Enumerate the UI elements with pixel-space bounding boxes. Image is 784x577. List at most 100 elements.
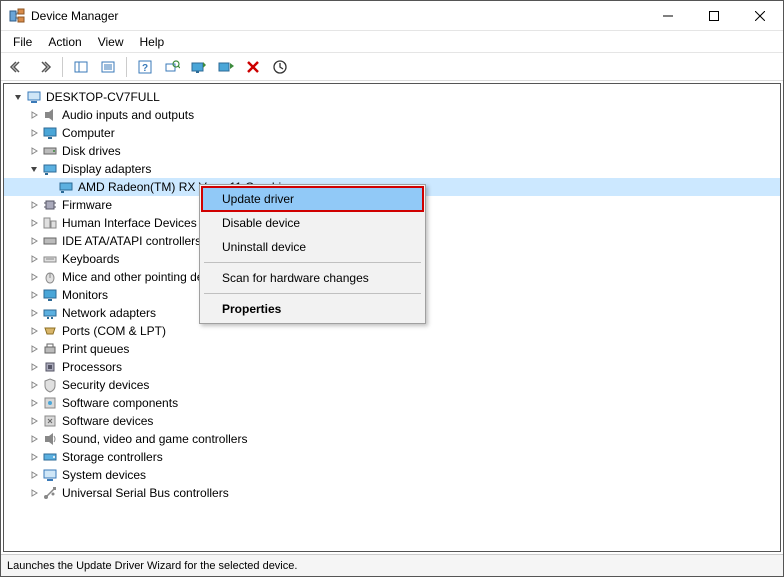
menu-file[interactable]: File	[5, 33, 40, 51]
chevron-right-icon[interactable]	[26, 434, 42, 444]
menu-help[interactable]: Help	[132, 33, 173, 51]
monitor-icon	[42, 287, 58, 303]
disk-icon	[42, 143, 58, 159]
tree-item-audio[interactable]: Audio inputs and outputs	[4, 106, 780, 124]
tree-item-softcomp[interactable]: Software components	[4, 394, 780, 412]
chevron-right-icon[interactable]	[26, 344, 42, 354]
tree-item-system[interactable]: System devices	[4, 466, 780, 484]
close-button[interactable]	[737, 1, 783, 31]
context-update-driver[interactable]: Update driver	[202, 187, 423, 211]
toolbar: ?	[1, 53, 783, 81]
tree-item-storage[interactable]: Storage controllers	[4, 448, 780, 466]
disable-device-button[interactable]	[214, 55, 238, 79]
context-disable-device[interactable]: Disable device	[202, 211, 423, 235]
back-button[interactable]	[5, 55, 29, 79]
port-icon	[42, 323, 58, 339]
context-separator	[204, 293, 421, 294]
hid-icon	[42, 215, 58, 231]
statusbar-text: Launches the Update Driver Wizard for th…	[7, 560, 297, 572]
network-icon	[42, 305, 58, 321]
scan-hardware-button[interactable]	[160, 55, 184, 79]
properties-button[interactable]	[96, 55, 120, 79]
tree-item-disk[interactable]: Disk drives	[4, 142, 780, 160]
chevron-right-icon[interactable]	[26, 416, 42, 426]
context-separator	[204, 262, 421, 263]
chevron-down-icon[interactable]	[26, 164, 42, 174]
context-menu: Update driver Disable device Uninstall d…	[199, 184, 426, 324]
software-icon	[42, 395, 58, 411]
tree-label: Audio inputs and outputs	[62, 106, 194, 124]
chevron-right-icon[interactable]	[26, 398, 42, 408]
menu-view[interactable]: View	[90, 33, 132, 51]
chevron-right-icon[interactable]	[26, 200, 42, 210]
minimize-button[interactable]	[645, 1, 691, 31]
tree-root[interactable]: DESKTOP-CV7FULL	[4, 88, 780, 106]
context-scan-hardware[interactable]: Scan for hardware changes	[202, 266, 423, 290]
toolbar-separator	[126, 57, 127, 77]
tree-label: Storage controllers	[62, 448, 163, 466]
window-title: Device Manager	[31, 9, 645, 23]
chevron-right-icon[interactable]	[26, 308, 42, 318]
chevron-right-icon[interactable]	[26, 452, 42, 462]
printer-icon	[42, 341, 58, 357]
menu-action[interactable]: Action	[40, 33, 89, 51]
toolbar-separator	[62, 57, 63, 77]
chevron-right-icon[interactable]	[26, 272, 42, 282]
context-item-label: Disable device	[222, 216, 300, 230]
chevron-right-icon[interactable]	[26, 326, 42, 336]
system-icon	[42, 467, 58, 483]
chevron-right-icon[interactable]	[26, 110, 42, 120]
context-properties[interactable]: Properties	[202, 297, 423, 321]
chevron-right-icon[interactable]	[26, 128, 42, 138]
shield-icon	[42, 377, 58, 393]
app-icon	[9, 8, 25, 24]
ide-icon	[42, 233, 58, 249]
chevron-down-icon[interactable]	[10, 92, 26, 102]
sound-icon	[42, 431, 58, 447]
help-button[interactable]: ?	[133, 55, 157, 79]
tree-item-print[interactable]: Print queues	[4, 340, 780, 358]
tree-item-sound[interactable]: Sound, video and game controllers	[4, 430, 780, 448]
uninstall-device-button[interactable]	[241, 55, 265, 79]
usb-icon	[42, 485, 58, 501]
context-item-label: Update driver	[222, 192, 294, 206]
svg-text:?: ?	[142, 63, 148, 74]
tree-label: Software devices	[62, 412, 153, 430]
tree-item-display[interactable]: Display adapters	[4, 160, 780, 178]
chevron-right-icon[interactable]	[26, 290, 42, 300]
chevron-right-icon[interactable]	[26, 380, 42, 390]
display-adapter-icon	[58, 179, 74, 195]
context-uninstall-device[interactable]: Uninstall device	[202, 235, 423, 259]
context-item-label: Properties	[222, 302, 281, 316]
chevron-right-icon[interactable]	[26, 362, 42, 372]
show-hide-tree-button[interactable]	[69, 55, 93, 79]
update-driver-button[interactable]	[187, 55, 211, 79]
context-item-label: Scan for hardware changes	[222, 271, 369, 285]
titlebar: Device Manager	[1, 1, 783, 31]
chevron-right-icon[interactable]	[26, 470, 42, 480]
tree-label: Keyboards	[62, 250, 119, 268]
enable-device-button[interactable]	[268, 55, 292, 79]
tree-label: IDE ATA/ATAPI controllers	[62, 232, 201, 250]
tree-item-processors[interactable]: Processors	[4, 358, 780, 376]
tree-item-security[interactable]: Security devices	[4, 376, 780, 394]
computer-icon	[26, 89, 42, 105]
chevron-right-icon[interactable]	[26, 218, 42, 228]
tree-label: System devices	[62, 466, 146, 484]
chevron-right-icon[interactable]	[26, 146, 42, 156]
tree-label: Ports (COM & LPT)	[62, 322, 166, 340]
tree-item-computer[interactable]: Computer	[4, 124, 780, 142]
tree-item-softdev[interactable]: Software devices	[4, 412, 780, 430]
chevron-right-icon[interactable]	[26, 254, 42, 264]
chevron-right-icon[interactable]	[26, 236, 42, 246]
mouse-icon	[42, 269, 58, 285]
tree-item-ports[interactable]: Ports (COM & LPT)	[4, 322, 780, 340]
chevron-right-icon[interactable]	[26, 488, 42, 498]
software-device-icon	[42, 413, 58, 429]
tree-label: Computer	[62, 124, 115, 142]
speaker-icon	[42, 107, 58, 123]
forward-button[interactable]	[32, 55, 56, 79]
maximize-button[interactable]	[691, 1, 737, 31]
chip-icon	[42, 197, 58, 213]
tree-item-usb[interactable]: Universal Serial Bus controllers	[4, 484, 780, 502]
